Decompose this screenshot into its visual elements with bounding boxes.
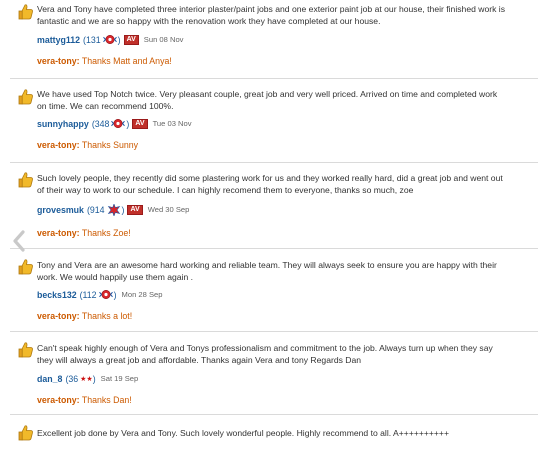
- feedback-comment: Excellent job done by Vera and Tony. Suc…: [37, 428, 449, 438]
- feedback-comment: Tony and Vera are an awesome hard workin…: [37, 260, 497, 282]
- reply-text: Thanks a lot!: [81, 311, 133, 321]
- star-burst-badge-icon: [107, 203, 120, 216]
- seller-reply: vera-tony: Thanks Dan!: [37, 395, 132, 405]
- feedback-date: Mon 28 Sep: [121, 290, 163, 299]
- reply-text: Thanks Sunny: [81, 140, 139, 150]
- thumbs-up-icon: [18, 259, 33, 275]
- username-link[interactable]: sunnyhappy: [37, 119, 89, 129]
- thumbs-up-icon: [18, 89, 33, 105]
- feedback-score[interactable]: (348: [92, 119, 110, 129]
- divider: [10, 414, 538, 415]
- feedback-comment: We have used Top Notch twice. Very pleas…: [37, 89, 498, 111]
- divider: [10, 162, 538, 163]
- feedback-score[interactable]: (131: [83, 35, 101, 45]
- thumbs-up-icon: [18, 4, 33, 20]
- thumbs-up-icon: [18, 172, 33, 188]
- username-link[interactable]: grovesmuk: [37, 205, 84, 215]
- feedback-meta: becks132 (112 ) Mon 28 Sep: [37, 288, 162, 301]
- divider: [10, 331, 538, 332]
- feedback-meta: sunnyhappy (348 ) AV Tue 03 Nov: [37, 117, 192, 130]
- av-badge: AV: [132, 118, 148, 129]
- feedback-score[interactable]: (914: [87, 205, 105, 215]
- feedback-date: Sun 08 Nov: [143, 35, 184, 44]
- username-link[interactable]: becks132: [37, 290, 77, 300]
- thumbs-up-icon: [18, 342, 33, 358]
- reply-username[interactable]: vera-tony:: [37, 228, 80, 238]
- feedback-date: Tue 03 Nov: [152, 119, 192, 128]
- chevron-left-icon[interactable]: [10, 229, 28, 253]
- feedback-date: Sat 19 Sep: [100, 374, 139, 383]
- feedback-meta: dan_8 (36 ★★ ) Sat 19 Sep: [37, 372, 138, 385]
- feedback-comment: Can't speak highly enough of Vera and To…: [37, 343, 493, 365]
- reply-text: Thanks Dan!: [81, 395, 132, 405]
- feedback-meta: grovesmuk (914 ) AV Wed 30 Sep: [37, 203, 189, 216]
- reply-text: Thanks Zoe!: [81, 228, 131, 238]
- reply-username[interactable]: vera-tony:: [37, 56, 80, 66]
- feedback-meta: mattyg112 (131 ) AV Sun 08 Nov: [37, 33, 183, 46]
- reply-text: Thanks Matt and Anya!: [81, 56, 172, 66]
- username-link[interactable]: dan_8: [37, 374, 62, 384]
- feedback-comment: Vera and Tony have completed three inter…: [37, 4, 506, 26]
- feedback-score[interactable]: (36: [65, 374, 78, 384]
- seller-reply: vera-tony: Thanks Sunny: [37, 140, 138, 150]
- feedback-score-close: ): [117, 34, 121, 45]
- rosette-badge-icon: [111, 119, 126, 128]
- feedback-score-close: ): [121, 204, 125, 215]
- seller-reply: vera-tony: Thanks a lot!: [37, 311, 132, 321]
- seller-reply: vera-tony: Thanks Zoe!: [37, 228, 131, 238]
- feedback-date: Wed 30 Sep: [147, 205, 190, 214]
- reply-username[interactable]: vera-tony:: [37, 140, 80, 150]
- divider: [10, 248, 538, 249]
- feedback-comment: Such lovely people, they recently did so…: [37, 173, 503, 195]
- rosette-badge-icon: [102, 35, 117, 44]
- av-badge: AV: [123, 34, 139, 45]
- username-link[interactable]: mattyg112: [37, 35, 80, 45]
- feedback-score-close: ): [113, 289, 117, 300]
- feedback-score[interactable]: (112: [80, 290, 97, 300]
- av-badge: AV: [127, 204, 143, 215]
- rosette-badge-icon: [98, 290, 113, 299]
- reply-username[interactable]: vera-tony:: [37, 395, 80, 405]
- divider: [10, 78, 538, 79]
- seller-reply: vera-tony: Thanks Matt and Anya!: [37, 56, 172, 66]
- feedback-score-close: ): [92, 373, 96, 384]
- thumbs-up-icon: [18, 425, 33, 441]
- reply-username[interactable]: vera-tony:: [37, 311, 80, 321]
- two-stars-badge-icon: ★★: [80, 375, 93, 383]
- feedback-score-close: ): [126, 118, 130, 129]
